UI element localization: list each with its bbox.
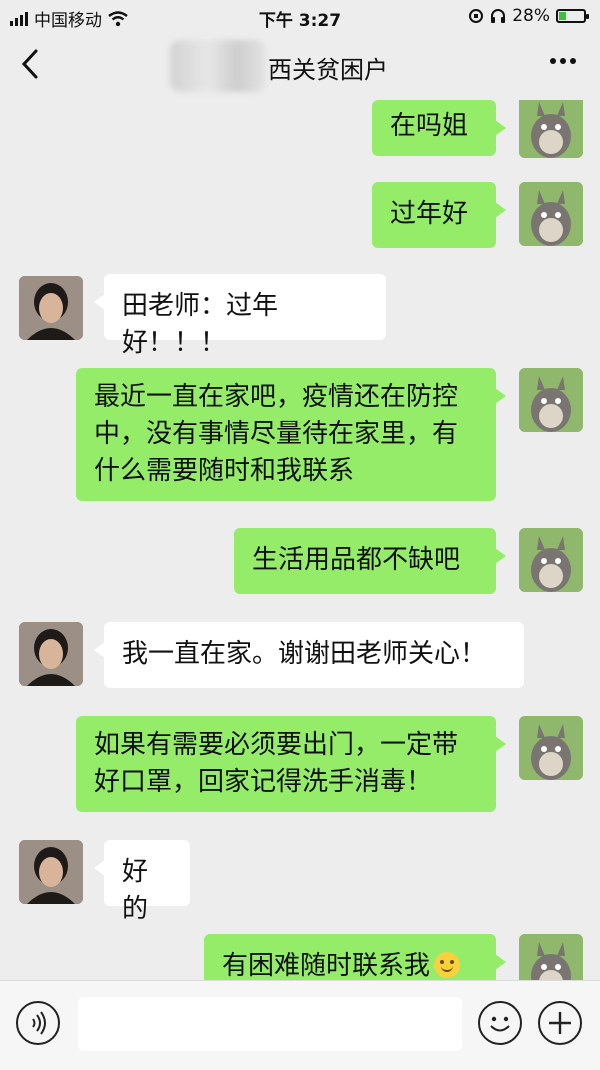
- message-bubble-me[interactable]: 最近一直在家吧，疫情还在防控中，没有事情尽量待在家里，有什么需要随时和我联系: [76, 368, 506, 501]
- chat-header: 西关贫困户: [0, 34, 600, 100]
- blurred-name: [170, 40, 266, 92]
- status-right: 28%: [468, 6, 589, 26]
- totoro-avatar[interactable]: [519, 182, 583, 246]
- message-bubble-me[interactable]: 有困难随时联系我: [204, 934, 506, 980]
- headphones-icon: [491, 9, 506, 23]
- message-row: 在吗姐: [0, 100, 600, 160]
- message-row: 如果有需要必须要出门，一定带好口罩，回家记得洗手消毒！: [0, 716, 600, 816]
- person-avatar[interactable]: [19, 622, 83, 686]
- message-bubble-them[interactable]: 田老师：过年好！！！: [94, 274, 386, 358]
- input-bar: [0, 980, 600, 1070]
- message-bubble-them[interactable]: 好的: [94, 840, 190, 924]
- message-row: 田老师：过年好！！！: [0, 274, 600, 358]
- message-row: 最近一直在家吧，疫情还在防控中，没有事情尽量待在家里，有什么需要随时和我联系: [0, 368, 600, 504]
- plus-icon[interactable]: [538, 1001, 582, 1045]
- totoro-avatar[interactable]: [519, 368, 583, 432]
- chevron-left-icon[interactable]: [20, 48, 40, 87]
- message-text: 有困难随时联系我: [222, 951, 431, 980]
- message-row: 生活用品都不缺吧: [0, 528, 600, 598]
- message-row: 过年好: [0, 182, 600, 252]
- status-bar: 中国移动 下午 3:27 28%: [0, 0, 600, 34]
- person-avatar[interactable]: [19, 840, 83, 904]
- totoro-avatar[interactable]: [519, 100, 583, 158]
- battery-percent: 28%: [512, 6, 550, 26]
- message-list[interactable]: 在吗姐 过年好 田老师：过年好！！！ 最近一直在家吧，疫情还在防控中，没有事情尽…: [0, 100, 600, 980]
- voice-icon[interactable]: [16, 1001, 60, 1045]
- message-bubble-them[interactable]: 我一直在家。谢谢田老师关心！: [94, 622, 524, 688]
- message-row: 有困难随时联系我: [0, 934, 600, 980]
- smile-emoji-icon: [434, 952, 461, 978]
- emoji-icon[interactable]: [478, 1001, 522, 1045]
- message-row: 我一直在家。谢谢田老师关心！: [0, 622, 600, 692]
- message-bubble-me[interactable]: 在吗姐: [372, 100, 506, 156]
- person-avatar[interactable]: [19, 276, 83, 340]
- chat-title: 西关贫困户: [268, 56, 388, 84]
- totoro-avatar[interactable]: [519, 528, 583, 592]
- message-bubble-me[interactable]: 如果有需要必须要出门，一定带好口罩，回家记得洗手消毒！: [76, 716, 506, 812]
- more-dots-icon[interactable]: [548, 46, 578, 83]
- rotation-lock-icon: [469, 9, 484, 23]
- battery-icon: [556, 9, 589, 23]
- totoro-avatar[interactable]: [519, 934, 583, 980]
- message-bubble-me[interactable]: 过年好: [372, 182, 506, 248]
- message-input[interactable]: [78, 997, 462, 1051]
- message-row: 好的: [0, 840, 600, 924]
- totoro-avatar[interactable]: [519, 716, 583, 780]
- message-bubble-me[interactable]: 生活用品都不缺吧: [234, 528, 506, 594]
